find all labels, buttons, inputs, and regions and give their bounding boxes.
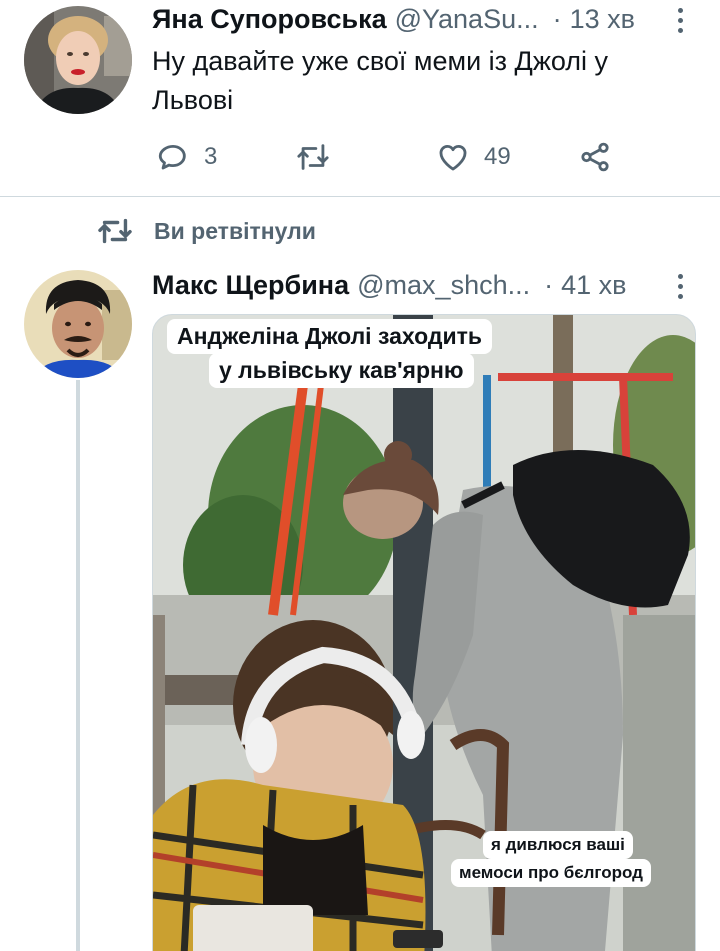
retweet-icon [297, 144, 329, 170]
thread-line [76, 380, 80, 951]
display-name[interactable]: Яна Супоровська [152, 4, 387, 35]
like-icon [439, 144, 467, 171]
timestamp[interactable]: 41 хв [561, 270, 626, 301]
more-vertical-icon[interactable] [670, 2, 690, 38]
like-count: 49 [484, 143, 511, 170]
retweet-label: Ви ретвітнули [154, 217, 316, 244]
meme-caption-text: Анджеліна Джолі заходить [177, 323, 482, 349]
tweet-text-line: Ну давайте уже свої меми із Джолі у [152, 46, 609, 76]
like-button[interactable]: 49 [436, 140, 511, 174]
separator-dot: · [552, 4, 562, 34]
avatar[interactable] [24, 6, 132, 114]
action-bar: 3 49 [0, 136, 720, 180]
share-button[interactable] [578, 140, 612, 174]
separator-dot: · [544, 270, 554, 300]
meme-caption-bottom: мемоси про бєлгород [451, 859, 651, 887]
tweet-media-image[interactable]: Анджеліна Джолі заходить у львівську кав… [152, 314, 696, 951]
meme-caption-text: у львівську кав'ярню [219, 357, 464, 383]
meme-caption-text: я дивлюся ваші [491, 835, 625, 854]
meme-caption-text: мемоси про бєлгород [459, 863, 643, 882]
retweet-icon [98, 218, 132, 244]
meme-caption-top: у львівську кав'ярню [209, 353, 474, 388]
tweet-text: Ну давайте уже свої меми із Джолі у Льво… [152, 42, 608, 120]
user-handle[interactable]: @max_shch... [357, 270, 530, 301]
reply-icon [158, 144, 186, 170]
divider [0, 196, 720, 197]
tweet-text-line: Львові [152, 85, 234, 115]
share-icon [581, 142, 609, 172]
retweet-notice[interactable]: Ви ретвітнули [98, 216, 316, 246]
meme-caption-top: Анджеліна Джолі заходить [167, 319, 492, 354]
meme-caption-bottom: я дивлюся ваші [483, 831, 633, 859]
retweet-button[interactable] [296, 140, 330, 174]
user-handle[interactable]: @YanaSu... [395, 4, 539, 35]
display-name[interactable]: Макс Щербина [152, 270, 349, 301]
more-vertical-icon[interactable] [670, 268, 690, 304]
timestamp[interactable]: 13 хв [570, 4, 635, 35]
reply-count: 3 [204, 143, 218, 170]
avatar[interactable] [24, 270, 132, 378]
tweet-yana[interactable]: Яна Супоровська @YanaSu... · 13 хв Ну да… [0, 0, 720, 196]
reply-button[interactable]: 3 [156, 140, 217, 174]
